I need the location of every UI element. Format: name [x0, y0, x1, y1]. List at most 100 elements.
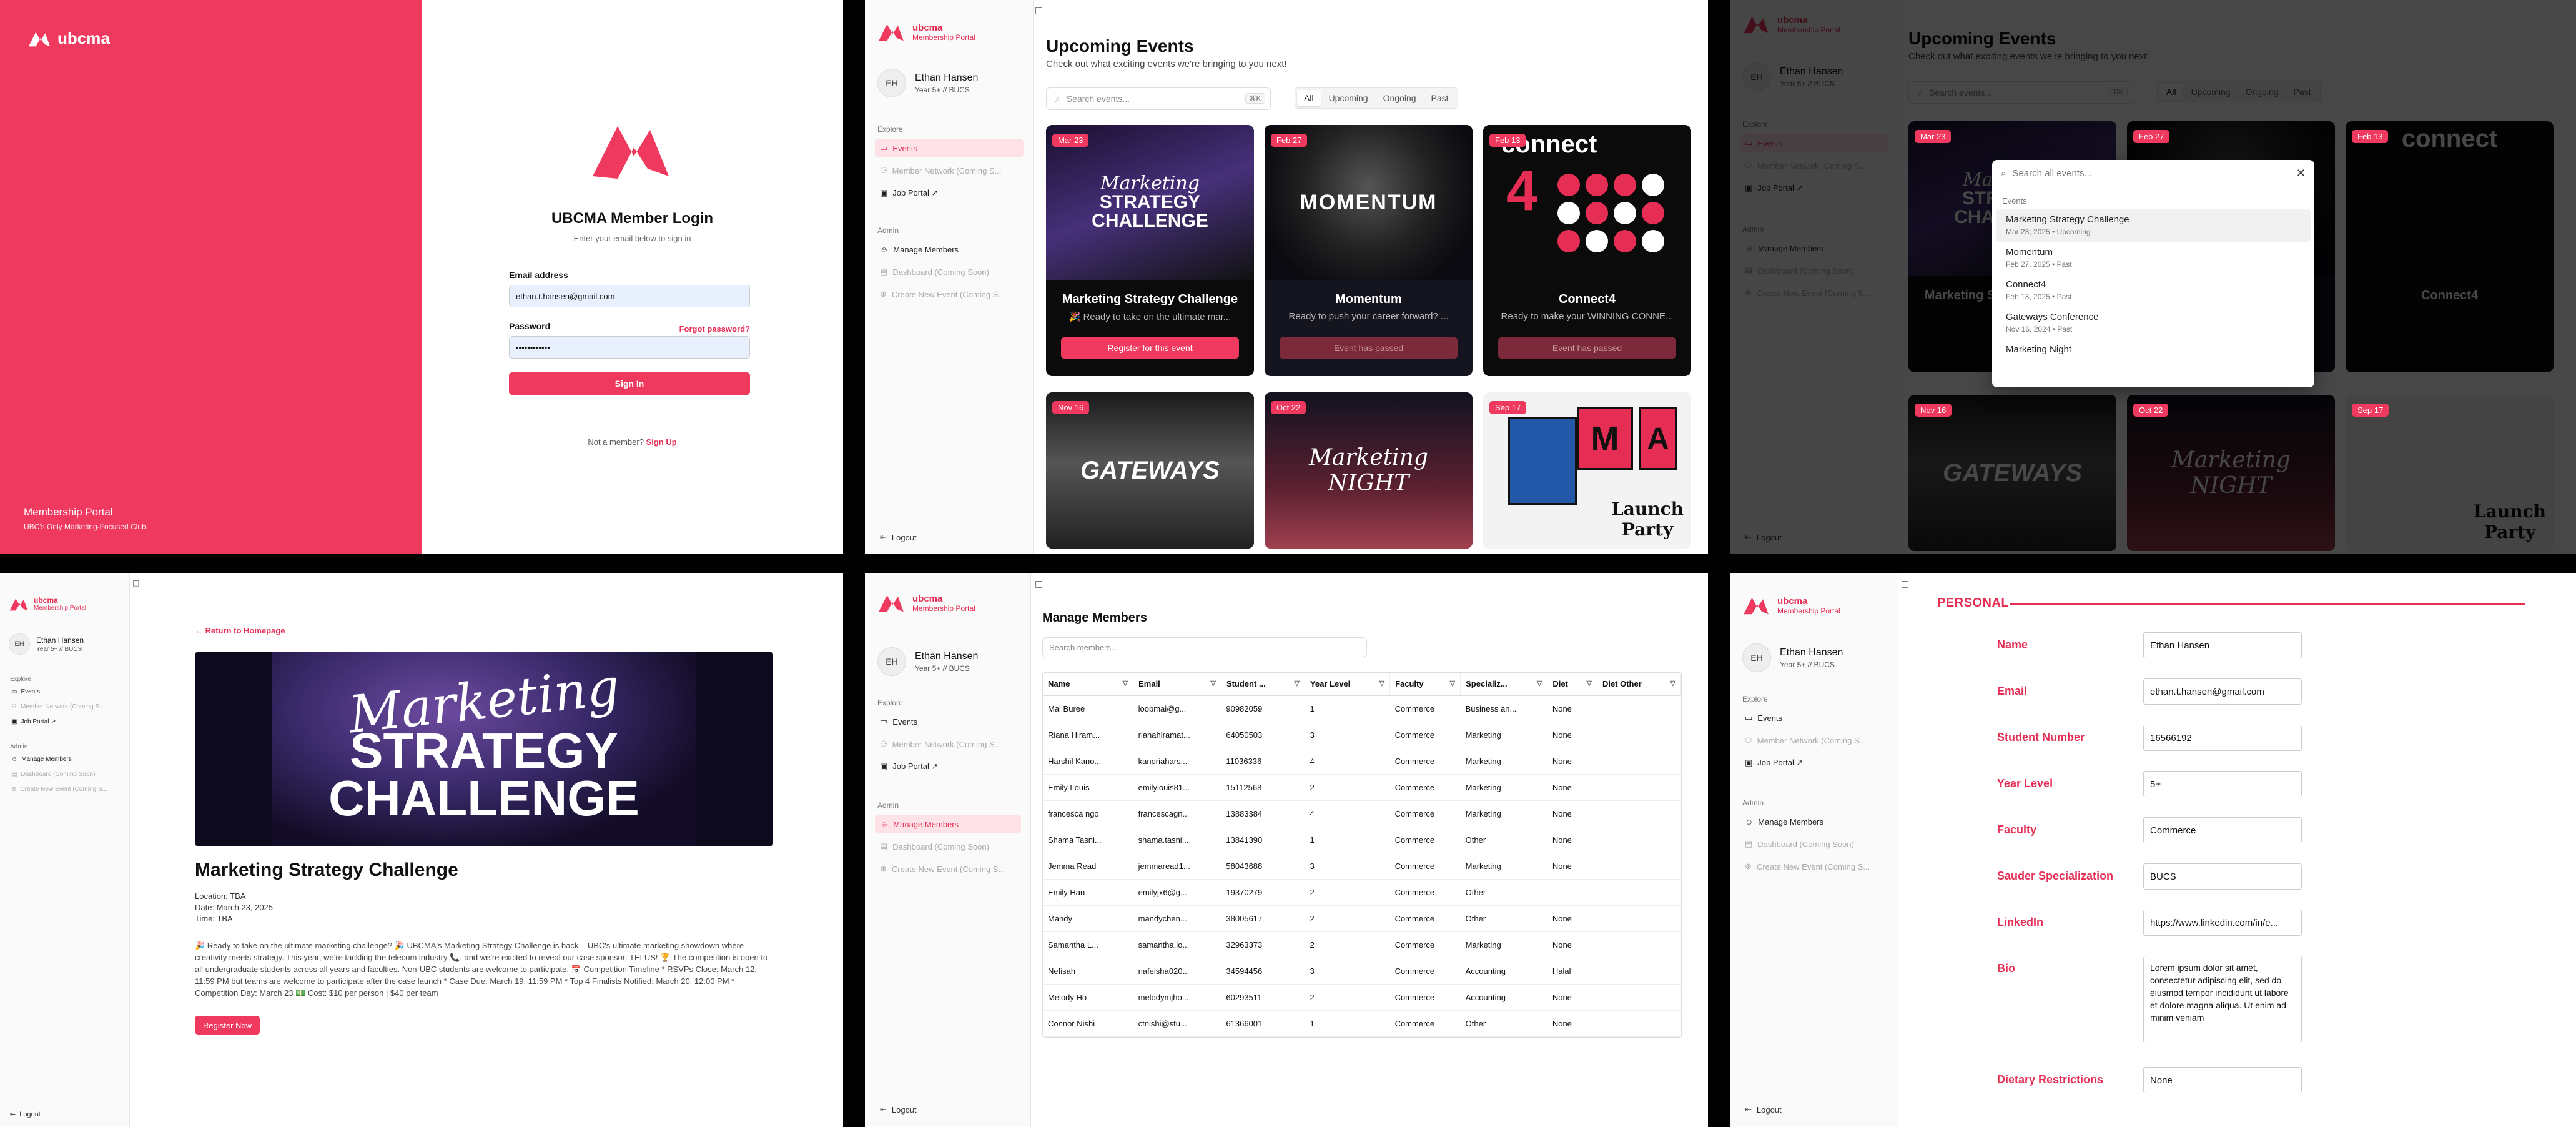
filter-icon[interactable]: ▽ — [1123, 679, 1128, 687]
field-input[interactable]: https://www.linkedin.com/in/e... — [2143, 910, 2302, 936]
column-header[interactable]: Email ▽ — [1133, 673, 1221, 696]
user-profile[interactable]: EH Ethan HansenYear 5+ // BUCS — [1742, 643, 1843, 672]
table-row[interactable]: Connor Nishi ctnishi@stu... 61366001 1 Comme… — [1043, 1010, 1681, 1037]
field-input[interactable]: None — [2143, 1067, 2302, 1093]
field-input[interactable]: BUCS — [2143, 863, 2302, 890]
sidebar-item-jobs[interactable]: ▣ Job Portal ↗ — [875, 184, 1024, 202]
field-input[interactable]: Ethan Hansen — [2143, 632, 2302, 658]
sidebar-item-manage[interactable]: ☺Manage Members — [7, 752, 124, 766]
event-card[interactable]: connect 4 Feb 13 Connect4 Ready to make … — [1483, 125, 1691, 376]
filter-icon[interactable]: ▽ — [1586, 679, 1591, 687]
search-result-item[interactable]: Gateways Conference Nov 16, 2024 • Past — [1996, 307, 2311, 339]
modal-search-input[interactable]: ⌕ Search all events... ✕ — [1992, 160, 2314, 187]
column-header[interactable]: Faculty ▽ — [1389, 673, 1461, 696]
filter-all[interactable]: All — [1297, 90, 1321, 106]
sidebar-toggle-icon[interactable]: ◫ — [1035, 5, 1043, 16]
filter-past[interactable]: Past — [1424, 90, 1456, 106]
forgot-password-link[interactable]: Forgot password? — [679, 324, 750, 334]
sidebar-item-network[interactable]: ⚇Member Network (Coming S... — [1740, 731, 1888, 750]
event-card[interactable]: MarketingNIGHT Oct 22 — [1265, 392, 1473, 549]
sidebar-item-events[interactable]: ▭ Events — [875, 139, 1024, 157]
search-result-item[interactable]: Marketing Strategy Challenge Mar 23, 2025… — [1996, 209, 2311, 242]
filter-icon[interactable]: ▽ — [1450, 679, 1455, 687]
sidebar-item-dashboard[interactable]: ▤ Dashboard (Coming Soon) — [875, 262, 1024, 281]
sidebar-brand[interactable]: ubcmaMembership Portal — [877, 592, 975, 613]
sidebar-toggle-icon[interactable]: ◫ — [1901, 578, 1909, 589]
sidebar-item-create[interactable]: ⊕Create New Event (Coming S... — [875, 285, 1024, 304]
table-row[interactable]: Emily Louis emilylouis81... 15112568 2 Comme… — [1043, 774, 1681, 801]
event-card[interactable]: M A Launch Party Sep 17 — [1483, 392, 1691, 549]
user-profile[interactable]: EH Ethan HansenYear 5+ // BUCS — [9, 633, 84, 655]
table-row[interactable]: Emily Han emilyjx6@g... 19370279 2 Commerce O… — [1043, 879, 1681, 906]
sidebar-item-dashboard[interactable]: ▤ Dashboard (Coming Soon) — [875, 837, 1021, 856]
sidebar-brand[interactable]: ubcmaMembership Portal — [9, 596, 86, 612]
email-field[interactable]: ethan.t.hansen@gmail.com — [509, 285, 750, 307]
logout-button[interactable]: ⇤Logout — [880, 1105, 917, 1115]
return-home-link[interactable]: ← Return to Homepage — [195, 626, 285, 635]
column-header[interactable]: Diet Other ▽ — [1597, 673, 1681, 696]
search-result-item[interactable]: Marketing Night — [1996, 339, 2311, 360]
sidebar-toggle-icon[interactable]: ◫ — [132, 578, 139, 587]
event-card[interactable]: MarketingSTRATEGYCHALLENGE Mar 23 Market… — [1046, 125, 1254, 376]
table-row[interactable]: Shama Tasni... shama.tasni... 13841390 1 Com… — [1043, 827, 1681, 853]
user-profile[interactable]: EH Ethan HansenYear 5+ // BUCS — [877, 647, 978, 676]
register-button[interactable]: Register for this event — [1061, 337, 1239, 359]
filter-icon[interactable]: ▽ — [1210, 679, 1215, 687]
field-input[interactable]: 16566192 — [2143, 725, 2302, 751]
sidebar-item-manage[interactable]: ☺Manage Members — [875, 240, 1024, 259]
filter-icon[interactable]: ▽ — [1379, 679, 1384, 687]
sidebar-item-events[interactable]: ▭ Events — [875, 712, 1021, 731]
sidebar-item-network[interactable]: ⚇Member Network (Coming S... — [875, 735, 1021, 753]
sidebar-item-network[interactable]: ⚇Member Network (Coming S... — [7, 700, 124, 713]
sidebar-item-network[interactable]: ⚇Member Network (Coming S... — [875, 161, 1024, 180]
sidebar-brand[interactable]: ubcmaMembership Portal — [1742, 595, 1840, 616]
sidebar-item-create[interactable]: ⊕Create New Event (Coming S... — [875, 860, 1021, 878]
filter-icon[interactable]: ▽ — [1537, 679, 1542, 687]
table-row[interactable]: francesca ngo francescagn... 13883384 4 Comm… — [1043, 800, 1681, 827]
field-input[interactable]: Commerce — [2143, 817, 2302, 843]
table-row[interactable]: Melody Ho melodymjho... 60293511 2 Commerce A… — [1043, 984, 1681, 1011]
close-icon[interactable]: ✕ — [2296, 167, 2306, 180]
table-row[interactable]: Jemma Read jemmaread1... 58043688 3 Commerce… — [1043, 853, 1681, 880]
password-field[interactable]: •••••••••••• — [509, 336, 750, 359]
column-header[interactable]: Name ▽ — [1043, 673, 1134, 696]
events-search-input[interactable]: ⌕ Search events... ⌘K — [1046, 87, 1271, 110]
register-now-button[interactable]: Register Now — [195, 1016, 260, 1035]
table-row[interactable]: Mai Buree loopmai@g... 90982059 1 Commerce Bu… — [1043, 695, 1681, 722]
logout-button[interactable]: ⇤Logout — [1745, 1105, 1782, 1115]
search-result-item[interactable]: Momentum Feb 27, 2025 • Past — [1996, 242, 2311, 274]
table-row[interactable]: Harshil Kano... kanoriahars... 11036336 4 Co… — [1043, 748, 1681, 775]
filter-ongoing[interactable]: Ongoing — [1376, 90, 1423, 106]
table-row[interactable]: Samantha L... samantha.lo... 32963373 2 Comm… — [1043, 931, 1681, 958]
sign-up-link[interactable]: Sign Up — [646, 437, 677, 447]
sidebar-item-create[interactable]: ⊕Create New Event (Coming S... — [1740, 857, 1888, 876]
event-card[interactable]: GATEWAYS Nov 16 — [1046, 392, 1254, 549]
sidebar-item-manage[interactable]: ☺Manage Members — [875, 815, 1021, 833]
logout-button[interactable]: ⇤Logout — [10, 1110, 41, 1119]
filter-upcoming[interactable]: Upcoming — [1322, 90, 1375, 106]
sidebar-item-create[interactable]: ⊕Create New Event (Coming S... — [7, 782, 124, 796]
sidebar-item-dashboard[interactable]: ▤ Dashboard (Coming Soon) — [7, 767, 124, 781]
sidebar-brand[interactable]: ubcmaMembership Portal — [877, 21, 975, 42]
filter-icon[interactable]: ▽ — [1670, 679, 1675, 687]
column-header[interactable]: Specializ... ▽ — [1460, 673, 1548, 696]
bio-textarea[interactable]: Lorem ipsum dolor sit amet, consectetur … — [2143, 956, 2302, 1043]
sidebar-item-jobs[interactable]: ▣ Job Portal ↗ — [875, 757, 1021, 776]
table-row[interactable]: Mandy mandychen... 38005617 2 Commerce Other N… — [1043, 905, 1681, 932]
table-row[interactable]: Riana Hiram... rianahiramat... 64050503 3 Co… — [1043, 722, 1681, 748]
column-header[interactable]: Diet ▽ — [1547, 673, 1597, 696]
sidebar-item-dashboard[interactable]: ▤ Dashboard (Coming Soon) — [1740, 835, 1888, 853]
sidebar-item-events[interactable]: ▭ Events — [1740, 708, 1888, 727]
sign-in-button[interactable]: Sign In — [509, 372, 750, 395]
user-profile[interactable]: EH Ethan HansenYear 5+ // BUCS — [877, 69, 978, 97]
filter-icon[interactable]: ▽ — [1294, 679, 1299, 687]
column-header[interactable]: Year Level ▽ — [1305, 673, 1391, 696]
table-row[interactable]: Nefisah nafeisha020... 34594456 3 Commerce Ac… — [1043, 958, 1681, 985]
sidebar-item-manage[interactable]: ☺Manage Members — [1740, 812, 1888, 831]
sidebar-item-jobs[interactable]: ▣ Job Portal ↗ — [1740, 753, 1888, 772]
event-card[interactable]: MOMENTUM Feb 27 Momentum Ready to push y… — [1265, 125, 1473, 376]
sidebar-toggle-icon[interactable]: ◫ — [1035, 578, 1043, 589]
column-header[interactable]: Student ... ▽ — [1221, 673, 1305, 696]
members-search-input[interactable]: Search members... — [1042, 637, 1367, 657]
field-input[interactable]: 5+ — [2143, 771, 2302, 797]
